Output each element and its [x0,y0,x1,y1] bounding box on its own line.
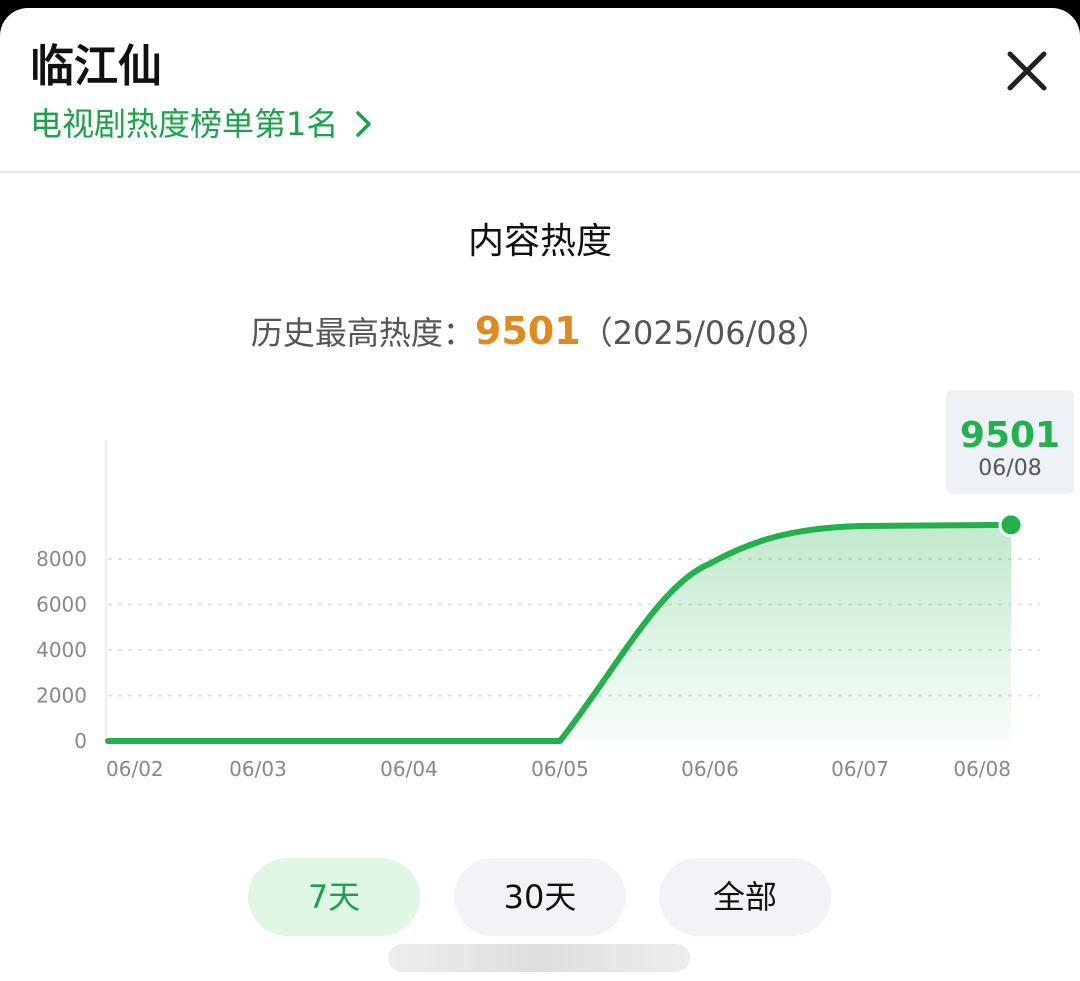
y-tick-label: 6000 [36,593,87,617]
y-tick-label: 2000 [36,684,87,708]
rank-link-label: 电视剧热度榜单第1名 [30,105,339,143]
value-tooltip: 9501 06/08 [946,390,1074,494]
drama-title: 临江仙 [30,41,162,92]
rank-link[interactable]: 电视剧热度榜单第1名 [30,104,376,144]
y-tick-label: 4000 [36,638,87,662]
x-tick-label: 06/02 [106,757,164,781]
peak-date: （2025/06/08） [580,314,830,352]
tooltip-value: 9501 [959,415,1061,456]
chevron-right-icon [356,111,372,137]
highlight-point [998,512,1024,538]
x-tick-label: 06/08 [953,757,1011,781]
section-title: 内容热度 [467,221,612,262]
x-tick-label: 06/04 [380,757,438,781]
peak-value: 9501 [474,309,581,353]
header-divider [0,171,1080,173]
y-tick-label: 8000 [36,547,87,571]
watermark [388,944,690,972]
close-icon[interactable] [1002,46,1052,96]
tooltip-date: 06/08 [978,456,1042,481]
x-tick-label: 06/07 [831,757,889,781]
peak-label: 历史最高热度： [250,314,475,352]
x-tick-label: 06/03 [229,757,287,781]
peak-record: 历史最高热度：9501（2025/06/08） [0,306,1080,358]
tab-30-days[interactable]: 30天 [454,858,626,936]
x-tick-label: 06/06 [681,757,739,781]
heat-chart: 0 2000 4000 6000 8000 06/02 06/03 06/04 06/05 06/… [36,440,1040,781]
series-area [108,524,1011,741]
y-tick-label: 0 [74,729,87,753]
x-tick-label: 06/05 [531,757,589,781]
tab-all[interactable]: 全部 [659,858,831,936]
tab-7-days[interactable]: 7天 [248,858,420,936]
